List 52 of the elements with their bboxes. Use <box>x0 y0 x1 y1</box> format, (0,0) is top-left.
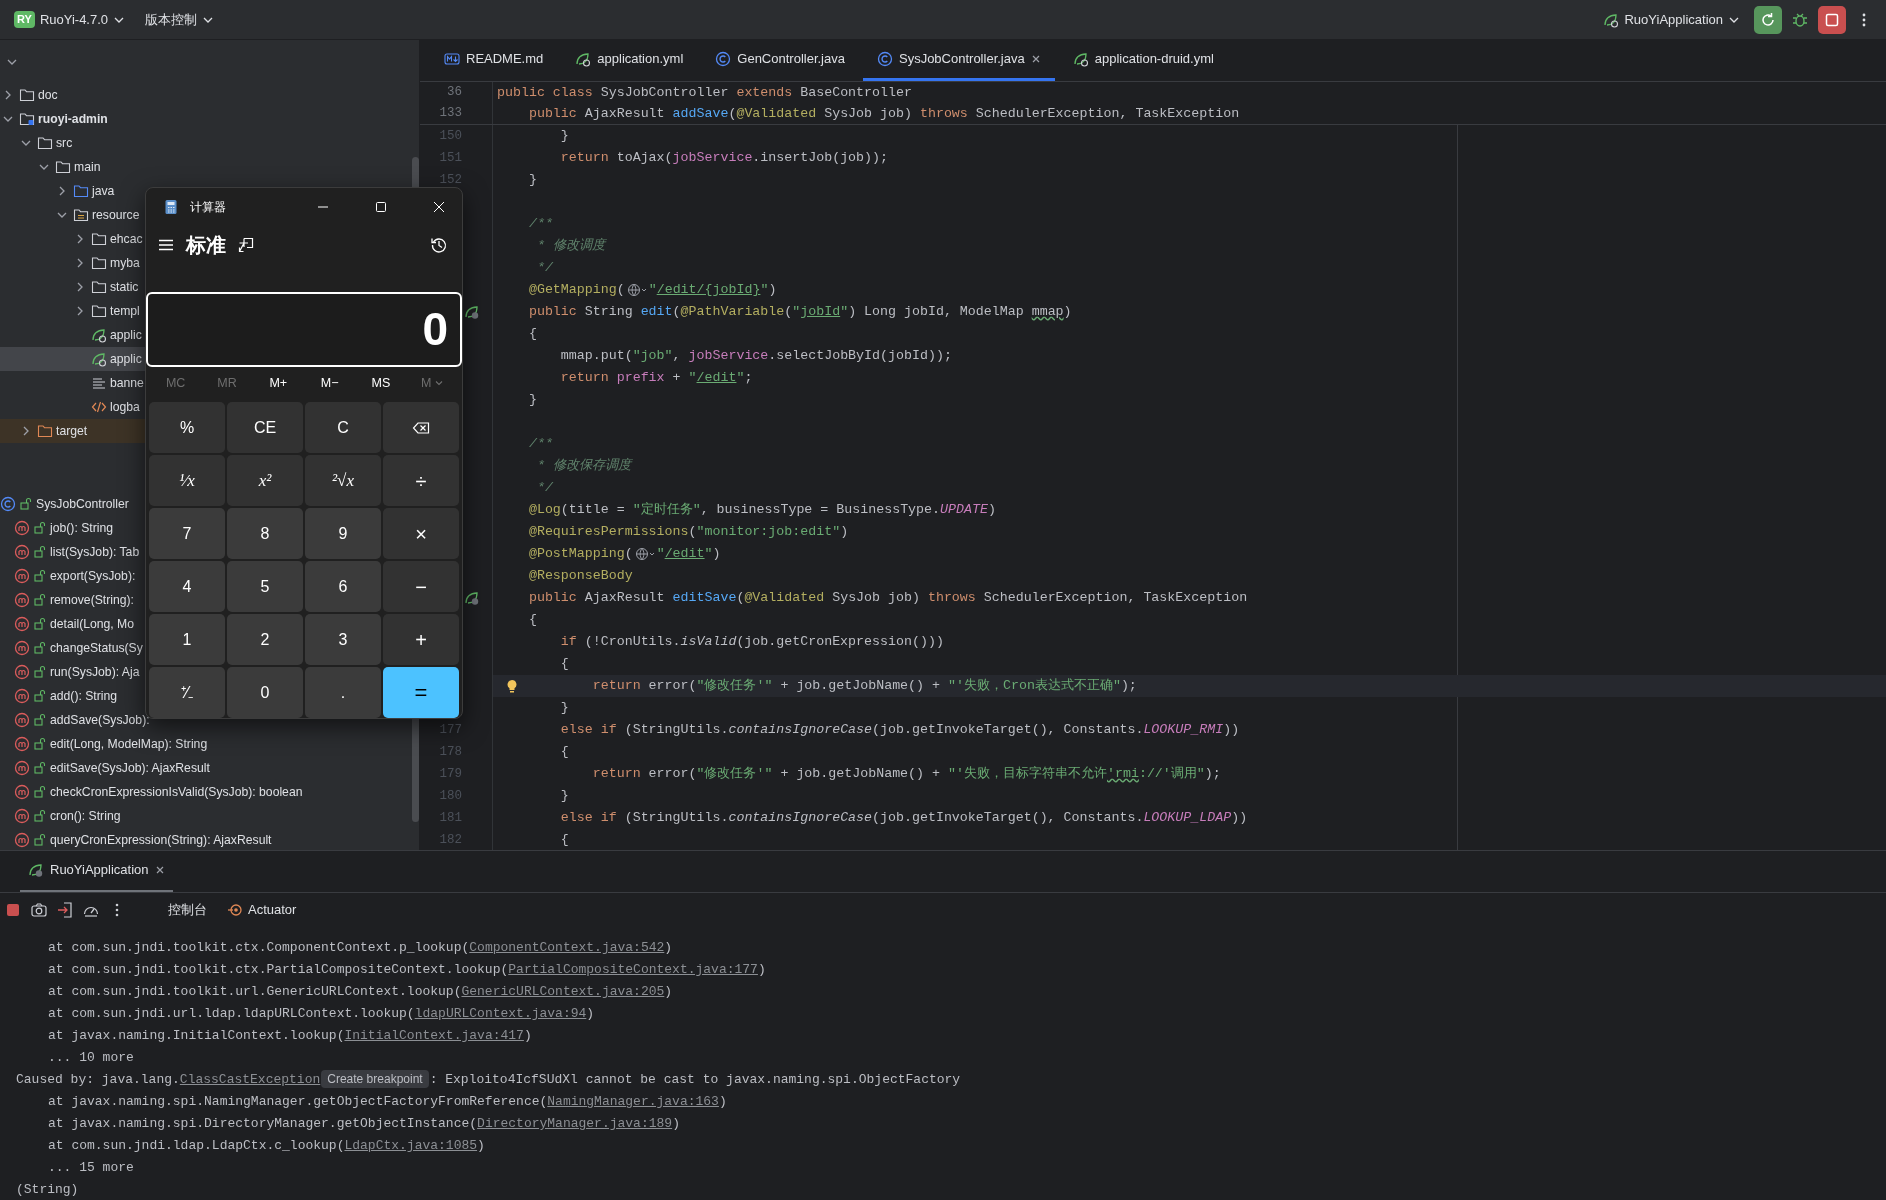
code-line: */ <box>535 259 554 278</box>
code-line: public AjaxResult addSave(@Validated SysJob job) throws SchedulerException, TaskException <box>527 104 1241 123</box>
console-line: ... 10 more <box>47 1049 135 1067</box>
code-line: } <box>559 787 570 806</box>
code-line: { <box>527 325 538 344</box>
code-line: public String edit(@PathVariable("jobId") Long jobId, ModelMap mmap) <box>527 303 1073 322</box>
code-line: { <box>559 743 570 762</box>
code-line: return prefix + "/edit"; <box>559 369 754 388</box>
console-line: at javax.naming.spi.NamingManager.getObjectFactoryFromReference(NamingManager.java:163) <box>47 1093 728 1111</box>
code-text: @GetMapping( <box>527 281 625 300</box>
code-line: } <box>527 171 538 190</box>
code-line: return toAjax(jobService.insertJob(job)); <box>559 149 889 168</box>
code-line: return error("修改任务'" + job.getJobName() + "'失败，目标字符串不允许'rmi://'调用"); <box>591 765 1222 784</box>
code-line: */ <box>535 479 554 498</box>
console-line: (String) <box>15 1181 80 1199</box>
code-line: else if (StringUtils.containsIgnoreCase(job.getInvokeTarget(), Constants.LOOKUP_RMI)) <box>559 721 1241 740</box>
console-line: Caused by: java.lang.ClassCastException Create breakpoint : Exploito4IcfSUdXl cannot be cast to javax.naming.spi.ObjectFactory <box>15 1069 962 1090</box>
project-badge: RY <box>14 10 35 29</box>
console-line: at javax.naming.spi.DirectoryManager.getObjectInstance(DirectoryManager.java:189) <box>47 1115 681 1133</box>
code-line: } <box>559 699 570 718</box>
code-line: } <box>527 391 538 410</box>
console-line: at com.sun.jndi.url.ldap.ldapURLContext.lookup(ldapURLContext.java:94) <box>47 1005 596 1023</box>
calculator-display: 0 <box>146 292 462 367</box>
console-line: at com.sun.jndi.ldap.LdapCtx.c_lookup(LdapCtx.java:1085) <box>47 1137 486 1155</box>
console-line: at javax.naming.InitialContext.lookup(InitialContext.java:417) <box>47 1027 533 1045</box>
code-line: else if (StringUtils.containsIgnoreCase(job.getInvokeTarget(), Constants.LOOKUP_LDAP)) <box>559 809 1249 828</box>
code-line: * 修改保存调度 <box>535 457 634 476</box>
console-line: ... 15 more <box>47 1159 135 1177</box>
code-line: @ResponseBody <box>527 567 634 586</box>
code-line: @RequiresPermissions("monitor:job:edit") <box>527 523 850 542</box>
console-line: at com.sun.jndi.toolkit.ctx.PartialCompositeContext.lookup(PartialCompositeContext.java:177) <box>47 961 767 979</box>
code-line: * 修改调度 <box>535 237 608 256</box>
code-line: public AjaxResult editSave(@Validated SysJob job) throws SchedulerException, TaskException <box>527 589 1249 608</box>
console-line: at com.sun.jndi.toolkit.url.GenericURLContext.lookup(GenericURLContext.java:205) <box>47 983 674 1001</box>
mode-title: 标准 <box>186 233 226 258</box>
code-line: mmap.put("job", jobService.selectJobById(jobId)); <box>559 347 953 366</box>
line-number: 36 <box>446 84 462 102</box>
line-number: 133 <box>438 105 462 123</box>
code-text: @PostMapping( <box>527 545 633 564</box>
code-line: public class SysJobController extends BaseController <box>496 83 913 102</box>
code-line: } <box>559 127 570 146</box>
code-text: "/edit/{jobId}") <box>648 281 777 300</box>
code-line: /** <box>527 215 554 234</box>
code-line: { <box>559 831 570 850</box>
code-line: { <box>559 655 570 674</box>
code-line: @Log(title = "定时任务", businessType = BusinessType.UPDATE) <box>527 501 997 520</box>
code-line: /** <box>527 435 554 454</box>
code-line: if (!CronUtils.isValid(job.getCronExpression())) <box>559 633 945 652</box>
console-line: at com.sun.jndi.toolkit.ctx.ComponentContext.p_lookup(ComponentContext.java:542) <box>47 939 674 957</box>
code-text: "/edit") <box>656 545 721 564</box>
code-line: { <box>527 611 538 630</box>
window-title: 计算器 <box>190 199 227 216</box>
